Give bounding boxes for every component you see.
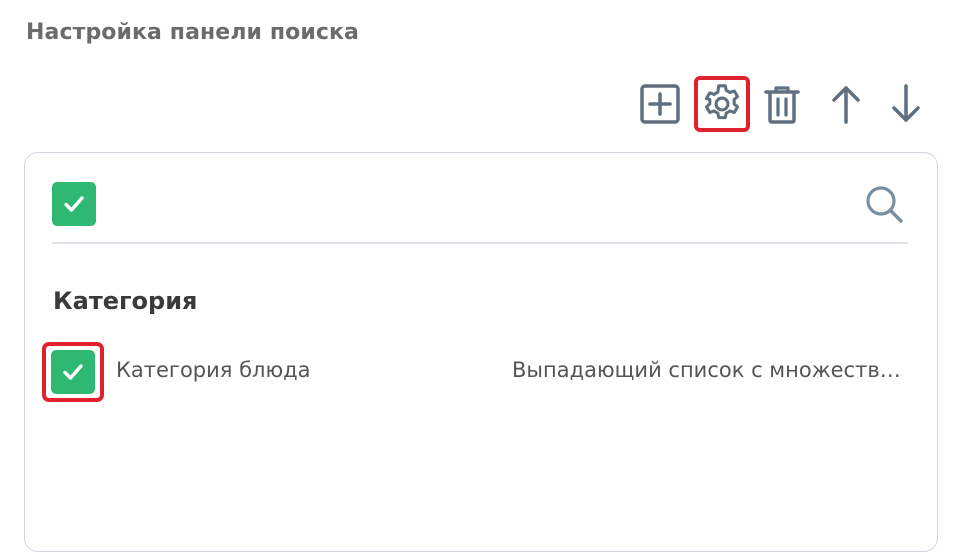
arrow-up-icon — [832, 86, 860, 124]
field-checkbox-category[interactable] — [51, 350, 95, 394]
divider — [52, 242, 908, 244]
arrow-down-icon — [892, 84, 920, 122]
checkmark-icon — [64, 196, 84, 212]
page-title: Настройка панели поиска — [26, 20, 359, 45]
field-checkbox-highlight — [42, 342, 104, 402]
move-down-button[interactable] — [880, 78, 932, 130]
search-panel-preview — [24, 152, 938, 552]
search-icon — [866, 186, 903, 223]
field-type-label: Выпадающий список с множественным выборо… — [512, 358, 908, 382]
field-label: Категория блюда — [116, 358, 311, 382]
move-up-button[interactable] — [820, 78, 872, 130]
search-button[interactable] — [860, 180, 908, 228]
checkmark-icon — [63, 364, 83, 380]
trash-icon — [764, 86, 800, 124]
search-enabled-checkbox[interactable] — [52, 182, 96, 226]
delete-button[interactable] — [756, 78, 808, 130]
gear-icon — [704, 84, 740, 120]
plus-square-icon — [640, 84, 680, 124]
section-heading: Категория — [53, 287, 198, 315]
settings-button[interactable] — [694, 76, 750, 132]
add-button[interactable] — [634, 78, 686, 130]
